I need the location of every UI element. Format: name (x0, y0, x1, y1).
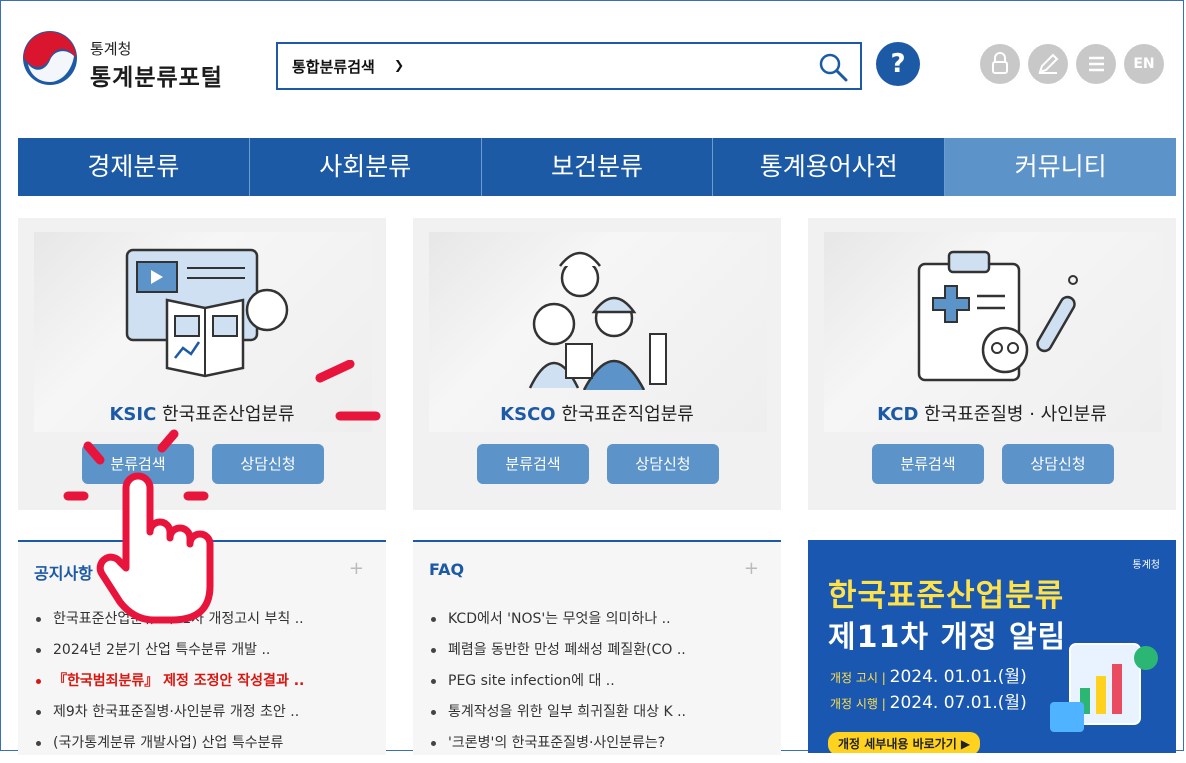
banner-agency-logo: 통계청 (1132, 560, 1160, 571)
card-title: KSCO 한국표준직업분류 (413, 400, 781, 426)
list-item[interactable]: 한국표준산업분류 제11차 개정고시 부칙 .. (36, 608, 304, 639)
notice-title[interactable]: 공지사항 (34, 560, 93, 584)
card-code: KSCO (500, 404, 556, 425)
bullet-icon (36, 709, 41, 715)
menu-list-icon[interactable] (1076, 44, 1116, 84)
bullet-icon (36, 678, 41, 684)
ksco-card: KSCO 한국표준직업분류 분류검색 상담신청 (413, 218, 781, 510)
english-language-button[interactable]: EN (1124, 44, 1164, 84)
list-item-text[interactable]: KCD에서 'NOS'는 무엇을 의미하나 .. (448, 611, 671, 627)
chevron-down-icon[interactable]: ❯ (394, 58, 404, 72)
card-name: 한국표준산업분류 (156, 404, 295, 425)
list-item-text[interactable]: 통계작성을 위한 일부 희귀질환 대상 K .. (448, 704, 686, 720)
banner-effect-line: 개정 시행 | 2024. 07.01.(월) (830, 688, 1027, 713)
list-item-text[interactable]: 2024년 2분기 산업 특수분류 개발 .. (53, 642, 270, 658)
bullet-icon (36, 616, 41, 622)
banner-chart-illustration-icon (1050, 643, 1158, 732)
search-category-select[interactable]: 통합분류검색 (292, 56, 375, 77)
card-code: KCD (877, 404, 919, 425)
pencil-icon[interactable] (1028, 44, 1068, 84)
list-item-text[interactable]: '크론병'의 한국표준질병·사인분류는? (448, 735, 665, 751)
medical-chart-icon (917, 250, 1078, 382)
card-title: KCD 한국표준질병 · 사인분류 (808, 400, 1176, 426)
nav-health[interactable]: 보건분류 (481, 138, 714, 196)
help-button[interactable]: ? (876, 42, 920, 86)
list-item[interactable]: 2024년 2분기 산업 특수분류 개발 .. (36, 639, 304, 670)
list-item[interactable]: 『한국범죄분류』 제정 조정안 작성결과 .. (36, 670, 304, 701)
government-logo-icon[interactable] (22, 30, 78, 86)
faq-title[interactable]: FAQ (429, 560, 464, 579)
bullet-icon (431, 647, 436, 653)
banner-notice-label: 개정 고시 | (830, 671, 890, 685)
banner-notice-line: 개정 고시 | 2024. 01.01.(월) (830, 662, 1027, 687)
faq-list: KCD에서 'NOS'는 무엇을 의미하나 .. 폐렴을 동반한 만성 폐쇄성 … (431, 608, 686, 763)
bullet-icon (431, 616, 436, 622)
notice-list: 한국표준산업분류 제11차 개정고시 부칙 .. 2024년 2분기 산업 특수… (36, 608, 304, 763)
bullet-icon (431, 678, 436, 684)
banner-effect-label: 개정 시행 | (830, 697, 890, 711)
list-item-text[interactable]: (국가통계분류 개발사업) 산업 특수분류 (53, 735, 283, 751)
more-plus-icon[interactable]: + (349, 558, 364, 579)
list-item-text[interactable]: 한국표준산업분류 제11차 개정고시 부칙 .. (53, 611, 304, 627)
list-item[interactable]: (국가통계분류 개발사업) 산업 특수분류 (36, 732, 304, 763)
nav-economy[interactable]: 경제분류 (18, 138, 250, 196)
banner-effect-date: 2024. 07.01.(월) (889, 693, 1027, 713)
list-item[interactable]: KCD에서 'NOS'는 무엇을 의미하나 .. (431, 608, 686, 639)
banner-headline: 한국표준산업분류 (828, 578, 1065, 614)
search-classification-button[interactable]: 분류검색 (477, 444, 589, 484)
search-classification-button[interactable]: 분류검색 (872, 444, 984, 484)
list-item[interactable]: 통계작성을 위한 일부 희귀질환 대상 K .. (431, 701, 686, 732)
list-item-text[interactable]: 『한국범죄분류』 제정 조정안 작성결과 .. (53, 673, 304, 689)
list-item[interactable]: 제9차 한국표준질병·사인분류 개정 초안 .. (36, 701, 304, 732)
list-item[interactable]: PEG site infection에 대 .. (431, 670, 686, 701)
nav-community[interactable]: 커뮤니티 (945, 138, 1176, 196)
logo-subtitle: 통계청 (90, 40, 132, 58)
list-item-text[interactable]: 폐렴을 동반한 만성 폐쇄성 폐질환(CO .. (448, 642, 686, 658)
nav-glossary[interactable]: 통계용어사전 (713, 138, 946, 196)
consult-request-button[interactable]: 상담신청 (1002, 444, 1114, 484)
nav-society[interactable]: 사회분류 (249, 138, 482, 196)
kcd-card: KCD 한국표준질병 · 사인분류 분류검색 상담신청 (808, 218, 1176, 510)
consult-request-button[interactable]: 상담신청 (607, 444, 719, 484)
bullet-icon (431, 740, 436, 746)
workers-icon (528, 251, 667, 390)
lock-icon[interactable] (980, 44, 1020, 84)
site-title[interactable]: 통계분류포털 (90, 58, 223, 92)
banner-details-link[interactable]: 개정 세부내용 바로가기 ▶ (828, 732, 981, 753)
bullet-icon (36, 647, 41, 653)
banner-notice-date: 2024. 01.01.(월) (889, 667, 1027, 687)
notice-board: 공지사항 + 한국표준산업분류 제11차 개정고시 부칙 .. 2024년 2분… (18, 540, 386, 755)
search-classification-button[interactable]: 분류검색 (82, 444, 194, 484)
search-bar[interactable]: 통합분류검색 ❯ (276, 42, 862, 90)
search-icon[interactable] (818, 52, 848, 82)
banner-subheadline: 제11차 개정 알림 (828, 620, 1067, 655)
more-plus-icon[interactable]: + (744, 558, 759, 579)
bullet-icon (431, 709, 436, 715)
card-code: KSIC (109, 404, 157, 425)
ksic-card: KSIC 한국표준산업분류 분류검색 상담신청 (18, 218, 386, 510)
list-item[interactable]: '크론병'의 한국표준질병·사인분류는? (431, 732, 686, 763)
bullet-icon (36, 740, 41, 746)
ksic-revision-banner[interactable]: 통계청 한국표준산업분류 제11차 개정 알림 개정 고시 | 2024. 01… (808, 540, 1176, 753)
card-name: 한국표준직업분류 (555, 404, 694, 425)
book-monitor-icon (125, 248, 289, 378)
faq-board: FAQ + KCD에서 'NOS'는 무엇을 의미하나 .. 폐렴을 동반한 만… (413, 540, 781, 755)
consult-request-button[interactable]: 상담신청 (212, 444, 324, 484)
card-name: 한국표준질병 · 사인분류 (918, 404, 1107, 425)
list-item[interactable]: 폐렴을 동반한 만성 폐쇄성 폐질환(CO .. (431, 639, 686, 670)
main-nav: 경제분류 사회분류 보건분류 통계용어사전 커뮤니티 (18, 138, 1176, 196)
card-title: KSIC 한국표준산업분류 (18, 400, 386, 426)
list-item-text[interactable]: PEG site infection에 대 .. (448, 673, 615, 689)
list-item-text[interactable]: 제9차 한국표준질병·사인분류 개정 초안 .. (53, 704, 299, 720)
